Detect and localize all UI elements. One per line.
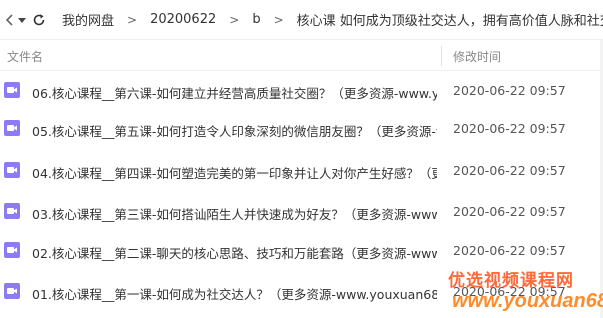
file-row[interactable]: 03.核心课程__第三课-如何搭讪陌生人并快速成为好友？（更多资源-www.yo… [0,196,603,228]
file-modified-time: 2020-06-22 09:57 [453,83,566,98]
video-file-icon [4,203,20,219]
breadcrumb: 我的网盘 > 20200622 > b > 核心课 如何成为顶级社交达人，拥有高… [62,10,603,29]
file-name: 03.核心课程__第三课-如何搭讪陌生人并快速成为好友？（更多资源-www.yo… [32,207,437,222]
video-file-icon [4,82,20,98]
breadcrumb-separator: > [229,12,240,27]
file-modified-time: 2020-06-22 09:57 [453,121,566,136]
file-modified-time: 2020-06-22 09:57 [453,284,566,299]
file-modified-time: 2020-06-22 09:57 [453,204,566,219]
breadcrumb-item-b-folder[interactable]: b [252,12,260,27]
video-file-icon [4,162,20,178]
breadcrumb-separator: > [273,12,284,27]
video-file-icon [4,120,20,136]
breadcrumb-item-root[interactable]: 我的网盘 [62,10,114,29]
file-modified-time: 2020-06-22 09:57 [453,243,566,258]
breadcrumb-separator: > [127,12,138,27]
file-name: 04.核心课程__第四课-如何塑造完美的第一印象并让人对你产生好感？（更多资源-… [32,166,437,181]
file-row[interactable]: 06.核心课程__第六课-如何建立并经营高质量社交圈？（更多资源-www.you… [0,75,603,107]
file-row[interactable]: 05.核心课程__第五课-如何打造令人印象深刻的微信朋友圈？（更多资源-www.… [0,113,603,145]
file-modified-time: 2020-06-22 09:57 [453,163,566,178]
file-manager-window: 我的网盘 > 20200622 > b > 核心课 如何成为顶级社交达人，拥有高… [0,0,603,318]
video-file-icon [4,242,20,258]
column-header-name[interactable]: 文件名 [7,48,43,65]
chevron-left-icon [5,13,13,26]
file-row[interactable]: 01.核心课程__第一课-如何成为社交达人？（更多资源-www.youxuan6… [0,276,603,308]
video-file-icon [4,283,20,299]
file-name: 05.核心课程__第五课-如何打造令人印象深刻的微信朋友圈？（更多资源-www.… [32,124,437,139]
history-dropdown-button[interactable] [16,0,28,40]
back-button[interactable] [4,0,16,40]
file-name: 06.核心课程__第六课-如何建立并经营高质量社交圈？（更多资源-www.you… [32,86,437,101]
breadcrumb-item-current-folder[interactable]: 核心课 如何成为顶级社交达人，拥有高价值人脉和社交圈 [297,10,603,29]
column-header: 文件名 修改时间 [0,40,603,71]
column-divider[interactable] [441,46,442,66]
file-row[interactable]: 04.核心课程__第四课-如何塑造完美的第一印象并让人对你产生好感？（更多资源-… [0,155,603,187]
file-name: 01.核心课程__第一课-如何成为社交达人？（更多资源-www.youxuan6… [32,287,437,302]
breadcrumb-item-date-folder[interactable]: 20200622 [150,12,216,27]
toolbar: 我的网盘 > 20200622 > b > 核心课 如何成为顶级社交达人，拥有高… [0,0,603,40]
file-name: 02.核心课程__第二课-聊天的核心思路、技巧和万能套路（更多资源-www.yo… [32,246,437,261]
caret-down-icon [18,17,26,23]
file-row[interactable]: 02.核心课程__第二课-聊天的核心思路、技巧和万能套路（更多资源-www.yo… [0,235,603,267]
refresh-icon [33,13,45,25]
column-header-modified[interactable]: 修改时间 [453,48,501,65]
refresh-button[interactable] [32,0,46,40]
